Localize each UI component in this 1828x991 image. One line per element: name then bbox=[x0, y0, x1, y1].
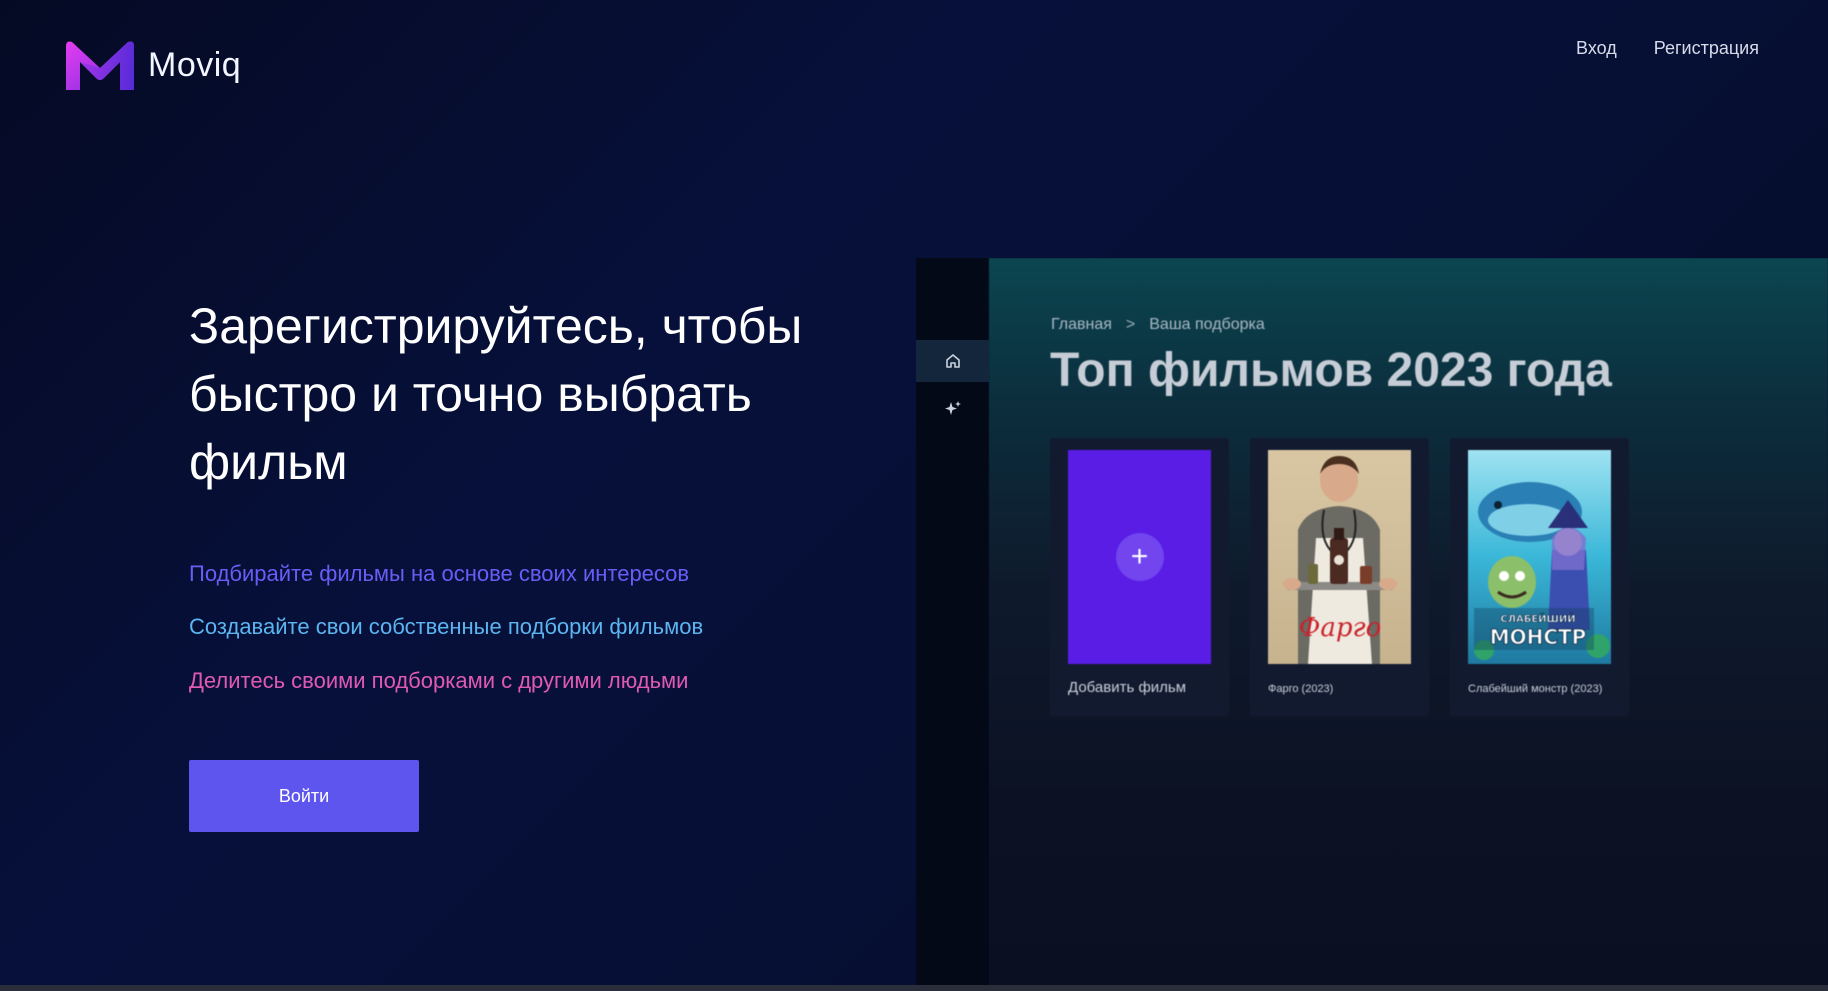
sidebar-item-home[interactable] bbox=[916, 340, 989, 382]
breadcrumb-home[interactable]: Главная bbox=[1051, 316, 1112, 334]
brand-logo[interactable]: Moviq bbox=[64, 38, 241, 92]
sidebar-item-recommendations[interactable] bbox=[916, 388, 989, 430]
bottom-edge bbox=[0, 985, 1828, 991]
auth-nav: Вход Регистрация bbox=[1576, 38, 1759, 59]
card-title: Фарго (2023) bbox=[1268, 683, 1334, 695]
app-preview: Главная > Ваша подборка Топ фильмов 2023… bbox=[916, 258, 1828, 991]
feature-item-recommendations: Подбирайте фильмы на основе своих интере… bbox=[189, 561, 690, 586]
breadcrumb-current: Ваша подборка bbox=[1149, 316, 1265, 333]
card-title: Добавить фильм bbox=[1068, 679, 1187, 696]
svg-text:СЛАБЕЙШИЙ: СЛАБЕЙШИЙ bbox=[1500, 612, 1575, 625]
movie-card-fargo[interactable]: Фарго Фарго (2023) bbox=[1250, 438, 1429, 716]
movie-card-weakest-monster[interactable]: СЛАБЕЙШИЙ МОНСТР Слабейший монстр (2023) bbox=[1450, 438, 1629, 716]
collection-title: Топ фильмов 2023 года bbox=[1050, 344, 1612, 397]
preview-content: Главная > Ваша подборка Топ фильмов 2023… bbox=[989, 258, 1828, 991]
movie-poster: Фарго bbox=[1268, 450, 1411, 664]
login-button[interactable]: Войти bbox=[189, 760, 419, 832]
add-movie-poster: + bbox=[1068, 450, 1211, 664]
svg-text:МОНСТР: МОНСТР bbox=[1490, 625, 1587, 649]
hero-title: Зарегистрируйтесь, чтобы быстро и точно … bbox=[189, 298, 803, 490]
preview-sidebar bbox=[916, 258, 989, 991]
feature-item-collections: Создавайте свои собственные подборки фил… bbox=[189, 614, 704, 639]
breadcrumb: Главная > Ваша подборка bbox=[1051, 316, 1265, 334]
register-link[interactable]: Регистрация bbox=[1654, 38, 1759, 59]
svg-text:Фарго: Фарго bbox=[1299, 613, 1382, 643]
home-icon bbox=[945, 354, 960, 368]
moviq-logo-icon bbox=[66, 41, 134, 90]
add-movie-card[interactable]: + Добавить фильм bbox=[1050, 438, 1229, 716]
login-link[interactable]: Вход bbox=[1576, 38, 1617, 59]
movie-cards: + Добавить фильм Фарго Фарго (2023) СЛАБ… bbox=[1050, 438, 1629, 716]
plus-icon: + bbox=[1115, 533, 1164, 581]
breadcrumb-separator: > bbox=[1125, 316, 1136, 333]
sparkle-icon bbox=[944, 401, 961, 415]
brand-name: Moviq bbox=[148, 45, 242, 84]
site-header: Moviq Вход Регистрация bbox=[0, 0, 1828, 130]
movie-poster: СЛАБЕЙШИЙ МОНСТР bbox=[1468, 450, 1611, 664]
card-title: Слабейший монстр (2023) bbox=[1468, 683, 1603, 695]
feature-item-sharing: Делитесь своими подборками с другими люд… bbox=[189, 668, 689, 693]
